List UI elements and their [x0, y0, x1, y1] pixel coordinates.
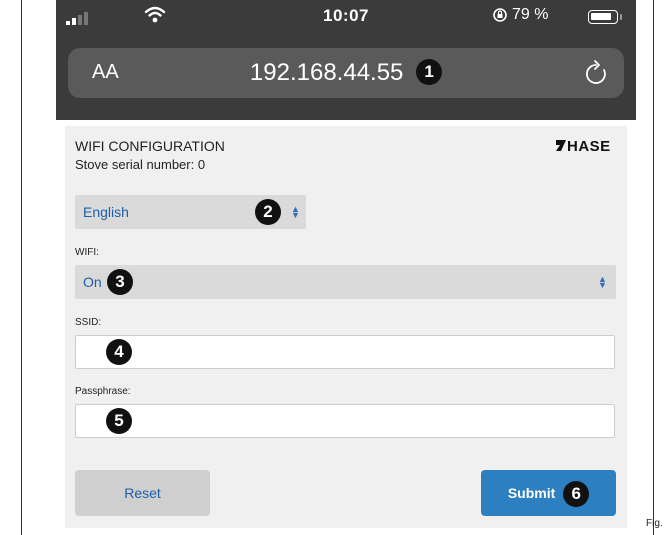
language-value: English — [83, 204, 129, 220]
battery-percentage: 79 % — [512, 6, 549, 23]
rotation-lock-icon — [493, 8, 507, 22]
hase-logo-icon — [556, 140, 566, 151]
callout-badge-3: 3 — [107, 269, 133, 295]
form-title: WIFI CONFIGURATION — [75, 138, 225, 154]
wifi-config-form: WIFI CONFIGURATION Stove serial number: … — [65, 126, 627, 528]
select-chevron-icon: ▲ ▼ — [291, 204, 300, 220]
battery-cap — [620, 14, 622, 20]
language-select[interactable]: English 2 ▲ ▼ — [75, 195, 306, 229]
callout-badge-5: 5 — [106, 408, 132, 434]
wifi-value: On — [83, 274, 102, 290]
wifi-select[interactable]: On 3 ▲ ▼ — [75, 265, 616, 299]
browser-chrome: 10:07 79 % AA 192.168.44.55 1 — [56, 0, 636, 120]
submit-label: Submit — [507, 485, 556, 501]
passphrase-label: Passphrase: — [75, 386, 131, 397]
ssid-input[interactable]: 4 — [75, 335, 615, 369]
reload-icon[interactable] — [584, 60, 608, 86]
callout-badge-2: 2 — [255, 199, 281, 225]
address-bar[interactable]: AA 192.168.44.55 1 — [68, 48, 624, 98]
stove-serial-number: Stove serial number: 0 — [75, 157, 206, 172]
status-bar: 10:07 79 % — [56, 0, 636, 34]
submit-button[interactable]: Submit 6 — [481, 470, 616, 516]
figure-caption: Fig. — [646, 518, 663, 529]
battery-icon — [588, 10, 618, 24]
left-frame-line — [21, 0, 22, 535]
url-display[interactable]: 192.168.44.55 1 — [68, 58, 624, 87]
callout-badge-6: 6 — [563, 481, 590, 508]
hase-logo: HASE — [555, 138, 611, 155]
status-time: 10:07 — [323, 6, 369, 25]
wifi-label: WIFI: — [75, 247, 99, 258]
ssid-label: SSID: — [75, 317, 102, 328]
logo-text: HASE — [567, 138, 611, 155]
url-text: 192.168.44.55 — [249, 59, 404, 86]
select-chevron-icon: ▲ ▼ — [598, 274, 607, 290]
callout-badge-1: 1 — [416, 58, 443, 85]
callout-badge-4: 4 — [106, 339, 132, 365]
reset-button[interactable]: Reset — [75, 470, 210, 516]
right-frame-line — [653, 0, 654, 535]
passphrase-input[interactable]: 5 — [75, 404, 615, 438]
